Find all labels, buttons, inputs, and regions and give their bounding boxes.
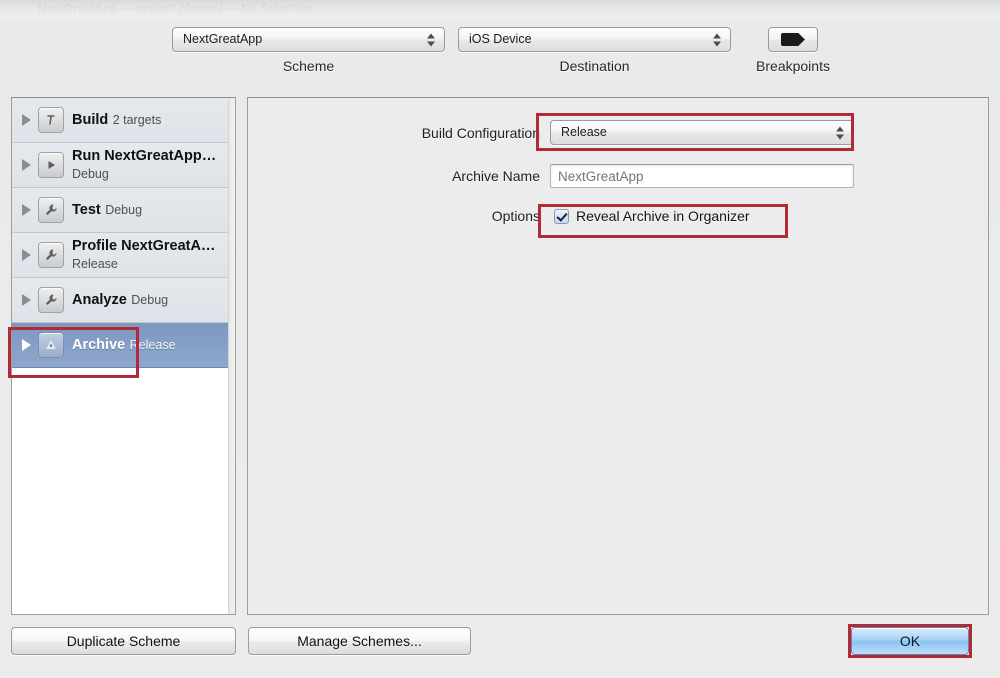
build-configuration-label: Build Configuration <box>421 124 540 141</box>
scheme-row-title: Archive <box>72 337 126 353</box>
destination-popup-button[interactable]: iOS Device <box>458 27 731 52</box>
build-configuration-value: Release <box>561 125 607 139</box>
scheme-row-subtitle: Release <box>129 338 176 352</box>
destination-group: iOS Device Destination <box>458 27 731 74</box>
scheme-row-text: Analyze Debug <box>72 291 168 309</box>
ok-label: OK <box>899 633 921 649</box>
build-configuration-row: Build Configuration Release <box>258 120 858 145</box>
reveal-archive-label: Reveal Archive in Organizer <box>576 208 750 224</box>
scheme-row-test[interactable]: Test Debug <box>12 188 235 233</box>
scheme-row-text: Profile NextGreatA… Release <box>72 237 235 273</box>
destination-caption: Destination <box>559 58 630 74</box>
archive-settings-pane: Build Configuration Release Archive Name… <box>247 97 989 615</box>
scheme-row-subtitle: Debug <box>131 293 169 307</box>
titlebar-fade-overlay <box>0 0 1000 20</box>
updown-arrows-icon <box>427 32 436 47</box>
manage-schemes-button[interactable]: Manage Schemes... <box>248 627 471 655</box>
duplicate-scheme-label: Duplicate Scheme <box>66 633 181 649</box>
scheme-caption: Scheme <box>282 58 335 74</box>
archive-name-input[interactable] <box>550 164 854 188</box>
xcode-scheme-editor-window: NextGreatApp — project.pbxproj — No Sele… <box>0 0 1000 678</box>
scheme-popup-button[interactable]: NextGreatApp <box>172 27 445 52</box>
scheme-row-subtitle: Debug <box>72 167 109 181</box>
duplicate-scheme-button[interactable]: Duplicate Scheme <box>11 627 236 655</box>
scheme-row-text: Build 2 targets <box>72 111 161 129</box>
updown-arrows-icon <box>713 32 722 47</box>
scheme-row-subtitle: 2 targets <box>112 113 162 127</box>
breakpoints-caption: Breakpoints <box>756 58 830 74</box>
disclosure-triangle-icon[interactable] <box>18 249 34 261</box>
scheme-row-title: Profile NextGreatA… <box>72 238 216 254</box>
scheme-row-archive[interactable]: Archive Release <box>12 323 235 368</box>
build-configuration-popup-button[interactable]: Release <box>550 120 854 145</box>
scheme-row-run[interactable]: Run NextGreatApp… Debug <box>12 143 235 188</box>
scheme-group: NextGreatApp Scheme <box>172 27 445 74</box>
reveal-archive-checkbox-row[interactable]: Reveal Archive in Organizer <box>554 208 750 224</box>
scheme-row-title: Run NextGreatApp… <box>72 148 217 164</box>
manage-schemes-label: Manage Schemes... <box>297 633 422 649</box>
scheme-row-analyze[interactable]: Analyze Debug <box>12 278 235 323</box>
archive-name-row: Archive Name <box>258 164 878 188</box>
scheme-row-title: Build <box>72 112 109 128</box>
disclosure-triangle-icon[interactable] <box>18 114 34 126</box>
options-row: Options Reveal Archive in Organizer <box>258 208 878 224</box>
scheme-popup-value: NextGreatApp <box>183 32 263 46</box>
hammer-icon <box>38 107 64 133</box>
destination-popup-value: iOS Device <box>469 32 532 46</box>
disclosure-triangle-icon[interactable] <box>18 294 34 306</box>
breakpoints-toggle-button[interactable] <box>768 27 818 52</box>
disclosure-triangle-icon[interactable] <box>18 204 34 216</box>
scheme-row-subtitle: Debug <box>105 203 143 217</box>
window-titlebar: NextGreatApp — project.pbxproj — No Sele… <box>0 0 1000 20</box>
scheme-row-text: Archive Release <box>72 336 176 354</box>
archive-icon <box>38 332 64 358</box>
reveal-archive-checkbox[interactable] <box>554 208 569 224</box>
scheme-row-title: Test <box>72 202 101 218</box>
archive-name-label: Archive Name <box>452 168 540 184</box>
disclosure-triangle-icon[interactable] <box>18 159 34 171</box>
breakpoint-arrow-icon <box>781 33 805 46</box>
ok-button[interactable]: OK <box>851 627 969 655</box>
disclosure-triangle-icon[interactable] <box>18 339 34 351</box>
scheme-row-build[interactable]: Build 2 targets <box>12 98 235 143</box>
options-label: Options <box>491 208 540 224</box>
toolbar: NextGreatApp Scheme iOS Device Destinati… <box>0 20 1000 82</box>
scheme-action-list: Build 2 targets Run NextGreatApp… Debug <box>11 97 236 615</box>
scheme-row-text: Test Debug <box>72 201 142 219</box>
run-play-icon <box>38 152 64 178</box>
wrench-icon <box>38 242 64 268</box>
scheme-row-text: Run NextGreatApp… Debug <box>72 147 235 183</box>
updown-arrows-icon <box>836 125 845 140</box>
scheme-row-title: Analyze <box>72 292 127 308</box>
breakpoints-group: Breakpoints <box>733 27 853 74</box>
wrench-icon <box>38 197 64 223</box>
scheme-list-scrollbar[interactable] <box>228 98 235 614</box>
wrench-icon <box>38 287 64 313</box>
scheme-row-profile[interactable]: Profile NextGreatA… Release <box>12 233 235 278</box>
scheme-row-subtitle: Release <box>72 257 118 271</box>
